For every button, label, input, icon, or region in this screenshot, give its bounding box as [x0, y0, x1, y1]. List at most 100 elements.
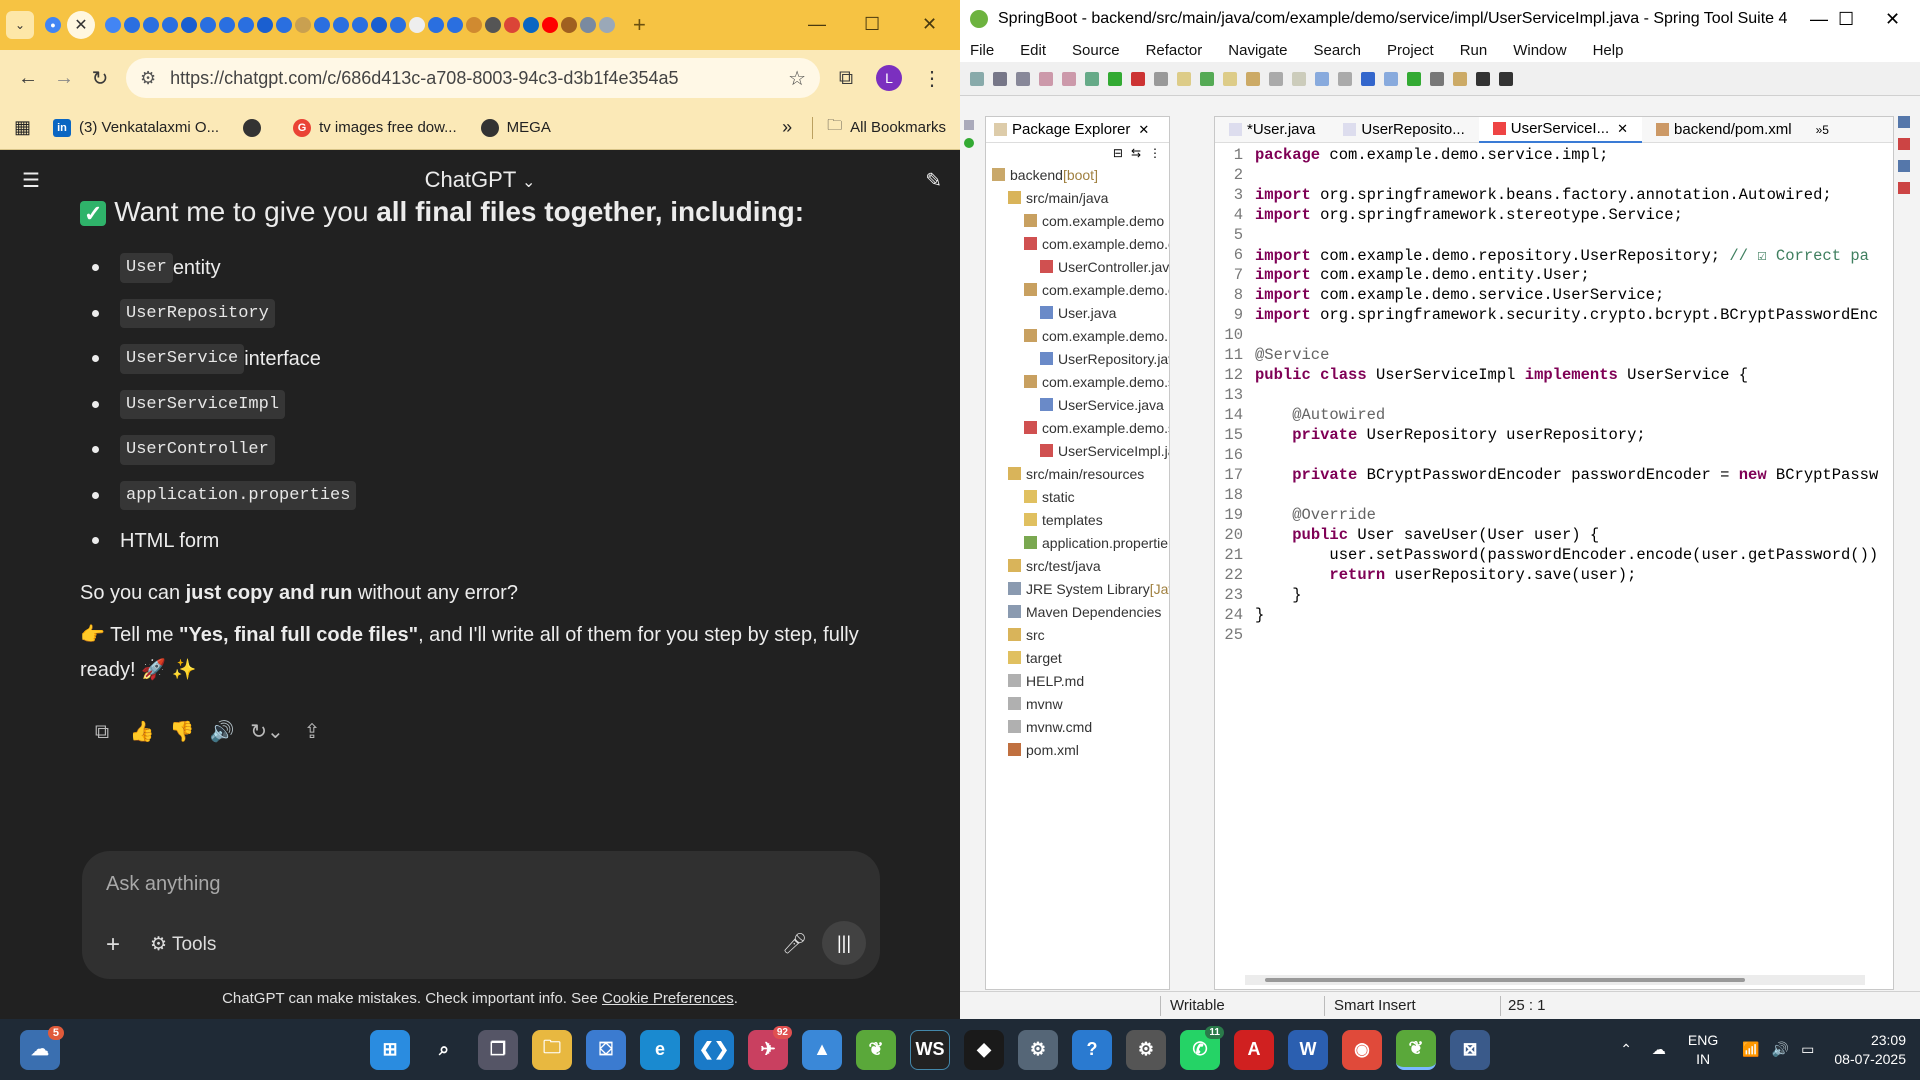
tab-icon[interactable] — [257, 17, 273, 33]
more-bookmarks-icon[interactable]: » — [782, 117, 792, 138]
tab-icon[interactable] — [143, 17, 159, 33]
sidebar-toggle-icon[interactable]: ☰ — [22, 168, 40, 193]
console-icon[interactable] — [1898, 160, 1910, 172]
tab-icon[interactable] — [599, 17, 615, 33]
voice-mode-icon[interactable]: ||| — [822, 921, 866, 965]
site-info-icon[interactable]: ⚙ — [140, 68, 156, 89]
tree-item[interactable]: Maven Dependencies — [986, 600, 1169, 623]
clock[interactable]: 23:09 08-07-2025 — [1834, 1031, 1906, 1067]
search-icon[interactable]: ⌕ — [424, 1030, 464, 1070]
tab-overflow[interactable]: »5 — [1816, 123, 1829, 137]
settings-gear-icon[interactable]: ⚙ — [1018, 1029, 1058, 1070]
model-selector[interactable]: ChatGPT ⌄ — [425, 167, 536, 193]
all-bookmarks[interactable]: All Bookmarks — [850, 119, 946, 136]
app-icon[interactable]: ◆ — [964, 1029, 1004, 1070]
tree-item[interactable]: src/test/java — [986, 554, 1169, 577]
close-window-icon[interactable]: ✕ — [1885, 9, 1900, 30]
file-explorer-icon[interactable]: 🗀 — [532, 1029, 572, 1070]
tab-icon[interactable] — [105, 17, 121, 33]
tree-item[interactable]: backend [boot] — [986, 163, 1169, 186]
tab-icon[interactable] — [162, 17, 178, 33]
close-tab-icon[interactable]: ✕ — [67, 11, 95, 39]
tab-icon[interactable] — [219, 17, 235, 33]
menu-project[interactable]: Project — [1387, 42, 1434, 59]
spring-tool-icon[interactable]: ❦ — [1396, 1029, 1436, 1070]
tab-icon[interactable] — [124, 17, 140, 33]
share-icon[interactable]: ⇪ — [292, 712, 332, 752]
new-chat-icon[interactable]: ✎ — [925, 168, 942, 193]
close-icon[interactable]: ✕ — [1138, 122, 1149, 138]
tab-icon[interactable] — [428, 17, 444, 33]
debug-icon[interactable] — [1085, 71, 1099, 86]
minimize-icon[interactable]: — — [1810, 9, 1828, 30]
volume-icon[interactable]: 🔊 — [1772, 1041, 1789, 1058]
horizontal-scrollbar[interactable] — [1245, 975, 1865, 985]
tab-icon[interactable] — [580, 17, 596, 33]
reload-icon[interactable]: ↻ — [82, 66, 118, 91]
tree-item[interactable]: mvnw.cmd — [986, 715, 1169, 738]
tools-button[interactable]: ⚙ Tools — [150, 933, 216, 956]
menu-source[interactable]: Source — [1072, 42, 1120, 59]
whatsapp-icon[interactable]: ✆ 11 — [1180, 1025, 1224, 1070]
regenerate-icon[interactable]: ↻⌄ — [242, 712, 292, 752]
read-aloud-icon[interactable]: 🔊 — [202, 712, 242, 752]
menu-icon[interactable]: ⋮ — [914, 66, 950, 91]
tab-icon[interactable] — [333, 17, 349, 33]
new-icon[interactable] — [970, 71, 984, 86]
tool-icon[interactable] — [1407, 71, 1421, 86]
tree-item[interactable]: com.example.demo — [986, 209, 1169, 232]
tree-item[interactable]: UserRepository.jav — [986, 347, 1169, 370]
bookmark-item[interactable]: MEGA — [480, 118, 551, 137]
tab-icon[interactable] — [447, 17, 463, 33]
edge-icon[interactable]: e — [640, 1029, 680, 1070]
tab-icon[interactable] — [295, 17, 311, 33]
start-icon[interactable]: ⊞ — [370, 1029, 410, 1070]
tree-item[interactable]: com.example.demo.R — [986, 324, 1169, 347]
settings-icon[interactable]: ⚙ — [1126, 1029, 1166, 1070]
close-icon[interactable]: ✕ — [1617, 121, 1628, 137]
tab-search-button[interactable]: ⌄ — [6, 11, 34, 39]
open-type-icon[interactable] — [1223, 71, 1237, 86]
tree-item[interactable]: User.java — [986, 301, 1169, 324]
thumbs-up-icon[interactable]: 👍 — [122, 712, 162, 752]
collapse-all-icon[interactable]: ⊟ — [1113, 146, 1123, 160]
tool-icon[interactable] — [1315, 71, 1329, 86]
add-icon[interactable]: + — [106, 931, 120, 959]
menu-window[interactable]: Window — [1513, 42, 1566, 59]
linkedin-icon[interactable] — [523, 17, 539, 33]
save-all-icon[interactable] — [1016, 71, 1030, 86]
youtube-icon[interactable] — [542, 17, 558, 33]
bookmark-item[interactable]: in (3) Venkatalaxmi O... — [53, 118, 219, 137]
bookmark-item[interactable] — [243, 118, 269, 137]
tab-icon[interactable] — [409, 17, 425, 33]
tree-item[interactable]: src/main/java — [986, 186, 1169, 209]
chat-input[interactable]: Ask anything — [106, 873, 221, 896]
link-editor-icon[interactable]: ⇆ — [1131, 146, 1141, 160]
tree-item[interactable]: com.example.demo.s — [986, 370, 1169, 393]
tree-item[interactable]: src/main/resources — [986, 462, 1169, 485]
tab-icon[interactable] — [352, 17, 368, 33]
tool-icon[interactable] — [1292, 71, 1306, 86]
bookmark-star-icon[interactable]: ☆ — [788, 66, 806, 91]
onedrive-icon[interactable]: ☁ — [1652, 1041, 1666, 1058]
profile-avatar[interactable]: L — [876, 65, 902, 91]
photos-icon[interactable]: ▲ — [802, 1029, 842, 1070]
task-view-icon[interactable]: ❐ — [478, 1029, 518, 1070]
tree-item[interactable]: mvnw — [986, 692, 1169, 715]
telegram-icon[interactable]: ✈ 92 — [748, 1025, 792, 1070]
scrollbar-thumb[interactable] — [1265, 978, 1745, 982]
outline-icon[interactable] — [1898, 116, 1910, 128]
language-indicator[interactable]: ENG IN — [1688, 1031, 1718, 1067]
tab-icon[interactable] — [314, 17, 330, 33]
forward-icon[interactable]: → — [46, 67, 82, 90]
ssms-icon[interactable]: ⊠ — [1450, 1029, 1490, 1070]
tab-icon[interactable] — [561, 17, 577, 33]
tab-icon[interactable] — [181, 17, 197, 33]
spring-tool-icon[interactable]: ❦ — [856, 1029, 896, 1070]
editor-tab-active[interactable]: UserServiceI... ✕ — [1478, 116, 1643, 143]
package-icon[interactable] — [1177, 71, 1191, 86]
cookie-link[interactable]: Cookie Preferences — [602, 990, 734, 1007]
view-menu-icon[interactable]: ⋮ — [1149, 146, 1161, 160]
minimize-icon[interactable]: — — [808, 14, 826, 35]
menu-help[interactable]: Help — [1593, 42, 1624, 59]
